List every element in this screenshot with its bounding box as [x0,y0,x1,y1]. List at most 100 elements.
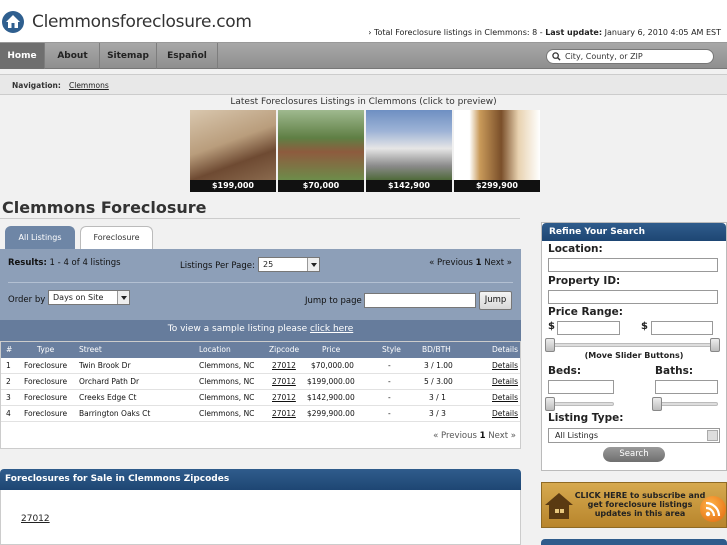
results-summary: Results: 1 - 4 of 4 listings [8,258,121,268]
property-id-input[interactable] [548,290,718,304]
cell-number: 2 [6,377,11,386]
panel-divider [8,282,513,283]
listings-table: # Type Street Location Zipcode Price Sty… [0,341,521,449]
cell-price: $70,000.00 [311,361,354,370]
status-count-text: › Total Foreclosure listings in Clemmons… [368,28,546,37]
pager-current-page: 1 [475,258,482,268]
pager-current-page: 1 [479,431,486,441]
col-header-type: Type [37,345,55,354]
search-icon [552,52,561,61]
beds-slider-handle[interactable] [545,397,555,411]
thumb-price: $299,900 [454,180,540,192]
cell-street: Creeks Edge Ct [79,393,137,402]
page-title: Clemmons Foreclosure [2,198,207,217]
cell-location: Clemmons, NC [199,377,255,386]
property-id-label: Property ID: [548,275,621,287]
jump-button[interactable]: Jump [479,291,512,310]
pager-previous-link[interactable]: « Previous [429,258,473,268]
sample-listing-link[interactable]: click here [310,324,353,334]
beds-input[interactable] [548,380,614,394]
cell-location: Clemmons, NC [199,361,255,370]
price-range-label: Price Range: [548,306,623,318]
cell-location: Clemmons, NC [199,393,255,402]
cell-bd-bth: 3 / 1 [429,393,446,402]
zipcode-link[interactable]: 27012 [21,514,50,524]
listing-photo [366,110,452,180]
jump-to-page-input[interactable] [364,293,476,308]
table-header: # Type Street Location Zipcode Price Sty… [1,342,520,358]
tab-all-listings[interactable]: All Listings [5,226,75,249]
col-header-bd-bth: BD/BTH [422,345,451,354]
listing-thumb[interactable]: $299,900 [454,110,540,192]
cell-number: 4 [6,409,11,418]
location-input[interactable] [548,258,718,272]
subscribe-text: CLICK HERE to subscribe and get foreclos… [574,491,706,518]
price-slider-track[interactable] [550,343,716,347]
cell-street: Twin Brook Dr [79,361,131,370]
beds-slider-track[interactable] [550,402,614,406]
cell-zipcode-link[interactable]: 27012 [272,409,296,418]
zipcodes-box: 27012 [0,490,521,545]
listing-thumb[interactable]: $70,000 [278,110,364,192]
cell-zipcode-link[interactable]: 27012 [272,393,296,402]
pager-next-link[interactable]: Next » [484,258,512,268]
cell-number: 3 [6,393,11,402]
breadcrumb-link-clemmons[interactable]: Clemmons [69,81,109,90]
jump-to-page-label: Jump to page [305,296,362,306]
listing-type-value: All Listings [555,431,598,440]
listing-thumb[interactable]: $199,000 [190,110,276,192]
order-by-value: Days on Site [53,293,104,302]
cell-details-link[interactable]: Details [492,393,518,402]
sidebar-next-box [541,539,727,545]
site-title[interactable]: Clemmonsforeclosure.com [32,12,252,32]
baths-input[interactable] [655,380,718,394]
results-value: 1 - 4 of 4 listings [46,258,121,268]
nav-about[interactable]: About [46,43,100,69]
listings-per-page-select[interactable]: 25 [258,257,320,272]
order-by-select[interactable]: Days on Site [48,290,130,305]
cell-details-link[interactable]: Details [492,361,518,370]
subscribe-banner[interactable]: CLICK HERE to subscribe and get foreclos… [541,482,727,528]
nav-espanol[interactable]: Español [157,43,218,69]
cell-zipcode-link[interactable]: 27012 [272,377,296,386]
nav-home[interactable]: Home [0,43,45,69]
max-price-input[interactable] [651,321,713,335]
chevron-down-icon [707,430,718,441]
table-row: 3 Foreclosure Creeks Edge Ct Clemmons, N… [1,390,520,406]
sample-listing-bar: To view a sample listing please click he… [0,320,521,341]
col-header-street: Street [79,345,102,354]
cell-style: - [388,393,391,402]
price-slider-min-handle[interactable] [545,338,555,352]
home-logo-icon[interactable] [2,11,24,33]
baths-slider-handle[interactable] [652,397,662,411]
col-header-style: Style [382,345,401,354]
cell-price: $199,000.00 [307,377,355,386]
results-label: Results: [8,258,47,268]
cell-details-link[interactable]: Details [492,409,518,418]
pager-previous-link[interactable]: « Previous [433,431,477,441]
cell-style: - [388,377,391,386]
cell-type: Foreclosure [24,361,68,370]
min-price-input[interactable] [557,321,620,335]
col-header-zipcode: Zipcode [269,345,300,354]
search-input[interactable]: City, County, or ZIP [546,49,714,64]
baths-slider-track[interactable] [657,402,718,406]
cell-style: - [388,409,391,418]
zipcodes-heading: Foreclosures for Sale in Clemmons Zipcod… [0,469,521,490]
listing-photo [278,110,364,180]
nav-sitemap[interactable]: Sitemap [100,43,157,69]
thumb-price: $70,000 [278,180,364,192]
pager-next-link[interactable]: Next » [488,431,516,441]
cell-details-link[interactable]: Details [492,377,518,386]
listing-status: › Total Foreclosure listings in Clemmons… [368,28,721,37]
listing-type-select[interactable]: All Listings [548,428,720,443]
cell-zipcode-link[interactable]: 27012 [272,361,296,370]
title-divider [0,218,520,219]
listing-thumb[interactable]: $142,900 [366,110,452,192]
update-label: Last update: [545,28,603,37]
price-slider-max-handle[interactable] [710,338,720,352]
location-label: Location: [548,243,603,255]
tab-foreclosure[interactable]: Foreclosure [80,226,153,249]
search-button[interactable]: Search [603,447,665,462]
breadcrumb-label: Navigation: [12,81,61,90]
